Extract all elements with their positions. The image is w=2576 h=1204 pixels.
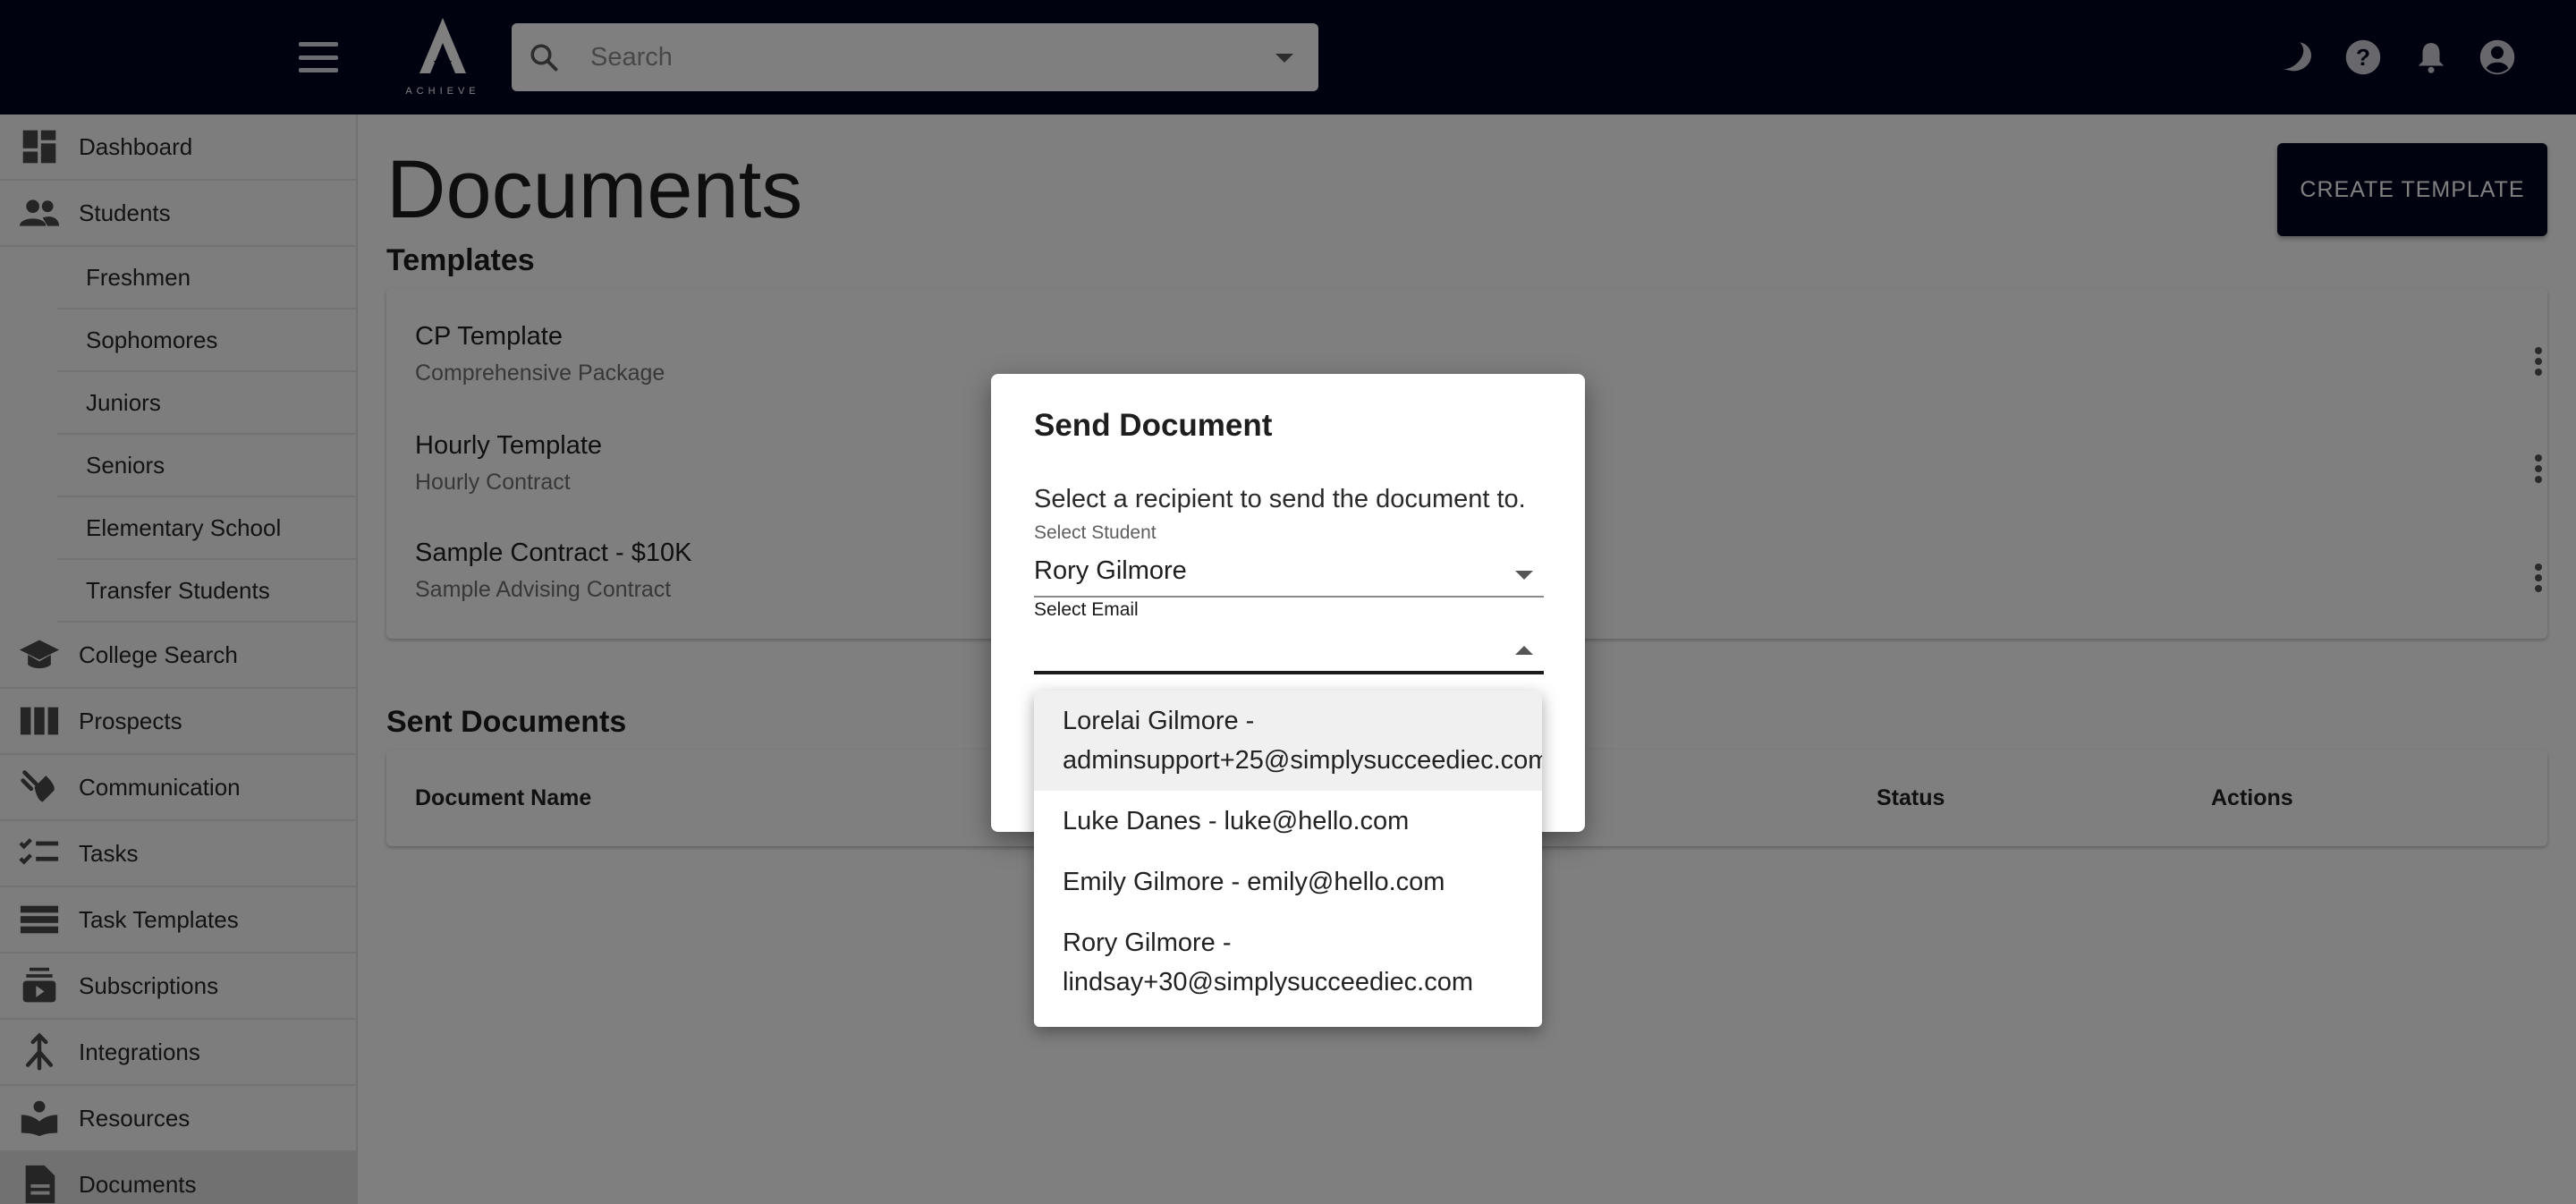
email-option-line1: Emily Gilmore - emily@hello.com — [1063, 868, 1445, 896]
select-student-field[interactable]: Rory Gilmore — [1034, 546, 1544, 598]
select-student-value: Rory Gilmore — [1034, 556, 1187, 585]
select-student-label: Select Student — [1034, 522, 1157, 543]
dialog-description: Select a recipient to send the document … — [1034, 485, 1526, 513]
email-option-line1: Rory Gilmore - — [1063, 928, 1232, 957]
email-option[interactable]: Rory Gilmore - lindsay+30@simplysucceedi… — [1034, 912, 1542, 1013]
email-option-line1: Lorelai Gilmore - — [1063, 707, 1255, 735]
chevron-down-icon — [1515, 571, 1533, 580]
email-options-menu: Lorelai Gilmore - adminsupport+25@simply… — [1034, 691, 1542, 1027]
email-option[interactable]: Emily Gilmore - emily@hello.com — [1034, 852, 1542, 912]
email-option-line1: Luke Danes - luke@hello.com — [1063, 807, 1410, 835]
dialog-title: Send Document — [1034, 408, 1273, 443]
email-option[interactable]: Luke Danes - luke@hello.com — [1034, 791, 1542, 852]
select-email-field[interactable] — [1034, 623, 1544, 674]
select-email-label: Select Email — [1034, 599, 1139, 620]
chevron-up-icon — [1515, 646, 1533, 655]
email-option[interactable]: Lorelai Gilmore - adminsupport+25@simply… — [1034, 691, 1542, 791]
email-option-line2: lindsay+30@simplysucceediec.com — [1063, 968, 1474, 996]
email-option-line2: adminsupport+25@simplysucceediec.com — [1063, 746, 1542, 775]
